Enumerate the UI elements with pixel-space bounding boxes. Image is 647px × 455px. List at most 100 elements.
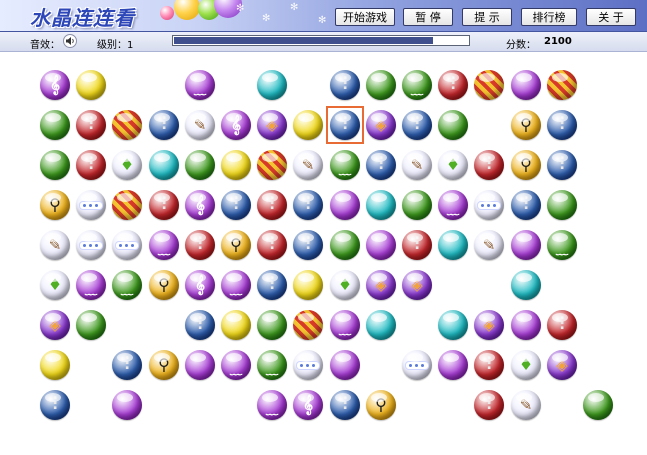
crystal-tile[interactable]: [328, 228, 362, 262]
crystal-tile[interactable]: ✎: [400, 148, 434, 182]
crystal-tile[interactable]: [110, 188, 144, 222]
crystal-tile[interactable]: ⫶: [364, 148, 398, 182]
crystal-tile[interactable]: [472, 188, 506, 222]
crystal-tile[interactable]: [255, 148, 289, 182]
crystal-tile[interactable]: ⫶: [509, 188, 543, 222]
crystal-tile[interactable]: ◈: [38, 308, 72, 342]
crystal-tile[interactable]: 𝄞: [219, 108, 253, 142]
crystal-tile[interactable]: [400, 188, 434, 222]
crystal-tile[interactable]: [38, 108, 72, 142]
crystal-tile[interactable]: [509, 228, 543, 262]
crystal-tile[interactable]: 𝄞: [38, 68, 72, 102]
crystal-tile[interactable]: [291, 308, 325, 342]
crystal-tile[interactable]: [255, 308, 289, 342]
crystal-tile[interactable]: ◈: [545, 348, 579, 382]
crystal-tile[interactable]: [74, 308, 108, 342]
crystal-tile[interactable]: ⫶: [147, 188, 181, 222]
crystal-tile[interactable]: [509, 308, 543, 342]
crystal-tile[interactable]: [74, 68, 108, 102]
crystal-tile[interactable]: ⫶: [400, 108, 434, 142]
crystal-tile[interactable]: ⫶: [183, 308, 217, 342]
crystal-tile[interactable]: ✎: [291, 148, 325, 182]
crystal-tile[interactable]: ♦: [509, 348, 543, 382]
pause-button[interactable]: 暂 停: [403, 8, 453, 26]
crystal-tile[interactable]: [110, 108, 144, 142]
crystal-tile[interactable]: ⚲: [147, 268, 181, 302]
crystal-tile[interactable]: [509, 68, 543, 102]
crystal-tile[interactable]: ⫶: [291, 188, 325, 222]
crystal-tile[interactable]: ﹏: [219, 348, 253, 382]
crystal-tile[interactable]: ﹏: [219, 268, 253, 302]
crystal-tile[interactable]: ⫶: [328, 68, 362, 102]
crystal-tile[interactable]: [291, 348, 325, 382]
crystal-tile[interactable]: [110, 228, 144, 262]
crystal-tile[interactable]: ⚲: [509, 108, 543, 142]
crystal-tile[interactable]: ﹏: [545, 228, 579, 262]
crystal-tile[interactable]: ⫶: [326, 106, 364, 144]
crystal-tile[interactable]: ⚲: [147, 348, 181, 382]
crystal-tile[interactable]: [110, 388, 144, 422]
crystal-tile[interactable]: ⫶: [255, 268, 289, 302]
crystal-tile[interactable]: [364, 188, 398, 222]
crystal-tile[interactable]: [436, 348, 470, 382]
crystal-tile[interactable]: ◈: [255, 108, 289, 142]
crystal-tile[interactable]: [364, 308, 398, 342]
crystal-tile[interactable]: [436, 228, 470, 262]
crystal-tile[interactable]: ✎: [183, 108, 217, 142]
crystal-tile[interactable]: ⚲: [364, 388, 398, 422]
crystal-tile[interactable]: ⫶: [74, 108, 108, 142]
crystal-tile[interactable]: ♦: [110, 148, 144, 182]
crystal-tile[interactable]: [581, 388, 615, 422]
crystal-tile[interactable]: ⫶: [400, 228, 434, 262]
crystal-tile[interactable]: ⫶: [472, 148, 506, 182]
crystal-tile[interactable]: [291, 108, 325, 142]
crystal-tile[interactable]: ﹏: [328, 148, 362, 182]
crystal-tile[interactable]: [255, 68, 289, 102]
crystal-tile[interactable]: [328, 348, 362, 382]
crystal-tile[interactable]: [291, 268, 325, 302]
crystal-tile[interactable]: ﹏: [74, 268, 108, 302]
crystal-tile[interactable]: [509, 268, 543, 302]
crystal-tile[interactable]: [219, 148, 253, 182]
crystal-tile[interactable]: [545, 188, 579, 222]
crystal-tile[interactable]: [400, 348, 434, 382]
crystal-tile[interactable]: [436, 108, 470, 142]
crystal-tile[interactable]: [147, 148, 181, 182]
crystal-tile[interactable]: ⫶: [436, 68, 470, 102]
speaker-icon[interactable]: [63, 34, 77, 48]
crystal-tile[interactable]: ﹏: [436, 188, 470, 222]
crystal-tile[interactable]: ✎: [472, 228, 506, 262]
crystal-tile[interactable]: [545, 68, 579, 102]
crystal-tile[interactable]: [364, 228, 398, 262]
crystal-tile[interactable]: 𝄞: [183, 188, 217, 222]
crystal-tile[interactable]: ♦: [328, 268, 362, 302]
crystal-tile[interactable]: ⚲: [219, 228, 253, 262]
crystal-tile[interactable]: ⫶: [219, 188, 253, 222]
crystal-tile[interactable]: ⫶: [110, 348, 144, 382]
crystal-tile[interactable]: ⫶: [255, 228, 289, 262]
crystal-tile[interactable]: ◈: [364, 268, 398, 302]
crystal-tile[interactable]: ﹏: [110, 268, 144, 302]
crystal-tile[interactable]: 𝄞: [183, 268, 217, 302]
crystal-tile[interactable]: [219, 308, 253, 342]
crystal-tile[interactable]: ⫶: [328, 388, 362, 422]
crystal-tile[interactable]: ⚲: [38, 188, 72, 222]
crystal-tile[interactable]: ⫶: [255, 188, 289, 222]
crystal-tile[interactable]: 𝄞: [291, 388, 325, 422]
crystal-tile[interactable]: ⫶: [545, 148, 579, 182]
crystal-tile[interactable]: ♦: [436, 148, 470, 182]
hint-button[interactable]: 提 示: [462, 8, 512, 26]
crystal-tile[interactable]: [364, 68, 398, 102]
crystal-tile[interactable]: ⫶: [545, 308, 579, 342]
crystal-tile[interactable]: ﹏: [255, 348, 289, 382]
crystal-tile[interactable]: ⫶: [545, 108, 579, 142]
ranking-button[interactable]: 排行榜: [521, 8, 577, 26]
crystal-tile[interactable]: [74, 228, 108, 262]
crystal-tile[interactable]: [38, 148, 72, 182]
start-game-button[interactable]: 开始游戏: [335, 8, 395, 26]
crystal-tile[interactable]: ﹏: [400, 68, 434, 102]
crystal-tile[interactable]: ⫶: [147, 108, 181, 142]
crystal-tile[interactable]: ◈: [400, 268, 434, 302]
crystal-tile[interactable]: ⫶: [74, 148, 108, 182]
crystal-tile[interactable]: ⫶: [472, 388, 506, 422]
